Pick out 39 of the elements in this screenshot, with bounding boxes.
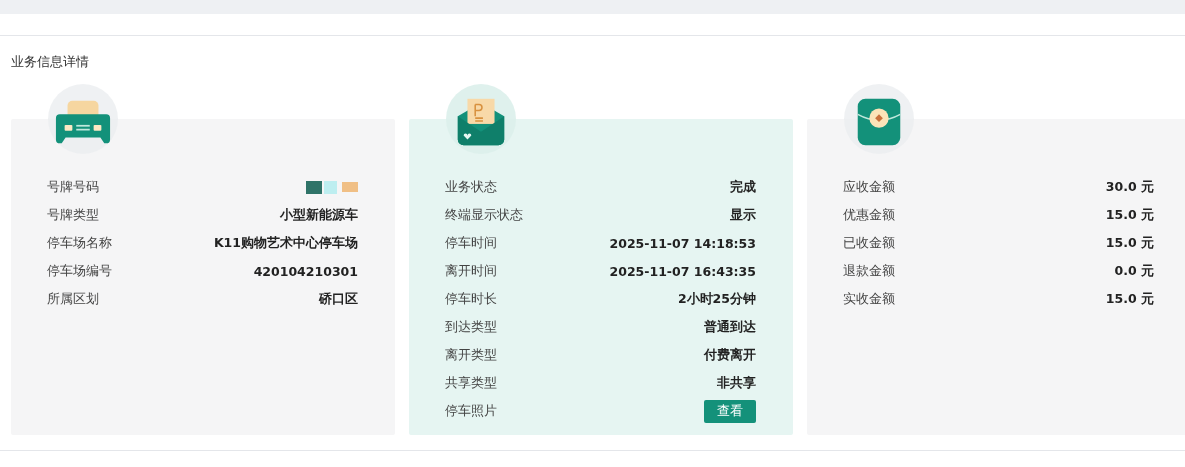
field-value: 420104210301 [253, 263, 358, 279]
field-value: 小型新能源车 [280, 206, 358, 224]
field-label: 停车时间 [445, 234, 497, 252]
redaction-blocks [306, 180, 358, 194]
field-value: 2小时25分钟 [677, 290, 756, 308]
field-label: 退款金额 [843, 262, 895, 280]
field-value: 2025-11-07 14:18:53 [609, 235, 756, 251]
field-label: 停车时长 [445, 290, 497, 308]
field-label: 终端显示状态 [445, 206, 523, 224]
field-value: 0.0 元 [1114, 262, 1154, 280]
field-value: 硚口区 [319, 290, 358, 308]
field-label: 优惠金额 [843, 206, 895, 224]
field-label: 实收金额 [843, 290, 895, 308]
field-value: 30.0 元 [1105, 178, 1154, 196]
field-label: 离开时间 [445, 262, 497, 280]
field-value: 付费离开 [704, 346, 756, 364]
view-button[interactable]: 查看 [704, 399, 756, 423]
field-label: 共享类型 [445, 374, 497, 392]
field-value: 15.0 元 [1105, 206, 1154, 224]
field-label: 停车场名称 [47, 234, 112, 252]
field-label: 号牌号码 [47, 178, 99, 196]
field-label: 离开类型 [445, 346, 497, 364]
field-value: 15.0 元 [1105, 290, 1154, 308]
field-value: 普通到达 [704, 318, 756, 336]
field-label: 到达类型 [445, 318, 497, 336]
field-value: 显示 [730, 206, 756, 224]
field-value: K11购物艺术中心停车场 [213, 234, 358, 252]
field-value: 15.0 元 [1105, 234, 1154, 252]
field-label: 停车场编号 [47, 262, 112, 280]
field-value: 完成 [730, 178, 756, 196]
section-title: 业务信息详情 [10, 53, 90, 71]
field-label: 号牌类型 [47, 206, 99, 224]
field-label: 所属区划 [47, 290, 99, 308]
field-label: 应收金额 [843, 178, 895, 196]
field-label: 业务状态 [445, 178, 497, 196]
field-label: 停车照片 [445, 402, 497, 420]
field-value: 非共享 [717, 374, 756, 392]
field-value: 2025-11-07 16:43:35 [609, 263, 756, 279]
field-label: 已收金额 [843, 234, 895, 252]
